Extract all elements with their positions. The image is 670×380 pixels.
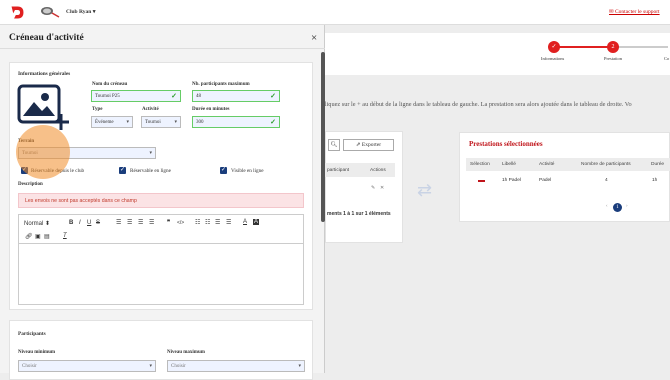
type-label: Type	[92, 107, 103, 112]
duration-input[interactable]: 300 ✓	[192, 116, 280, 128]
row-participants: 4	[605, 178, 608, 183]
top-bar: Club Ryan ▾ ✉ Contacter le support	[0, 0, 670, 25]
table-footer: ments 1 à 1 sur 1 éléments	[327, 211, 391, 217]
transfer-arrows-icon: ⇄	[417, 180, 433, 200]
scrollbar[interactable]	[321, 52, 325, 222]
max-participants-label: Nb. participants maximum	[192, 82, 250, 87]
activity-label: Activité	[142, 107, 159, 112]
outdent-icon[interactable]: ☰	[226, 219, 231, 226]
max-level-label: Niveau maximum	[167, 350, 205, 355]
row-duration: 1h	[652, 178, 658, 183]
ordered-list-icon[interactable]: ☷	[195, 219, 200, 226]
description-alert: Les envois ne sont pas acceptés dans ce …	[18, 193, 304, 208]
video-icon[interactable]: ▤	[44, 233, 50, 240]
min-level-select[interactable]: Choisir ▾	[18, 360, 156, 372]
modal-title: Créneau d'activité	[9, 33, 84, 43]
step-prestation-label: Prestation	[604, 56, 622, 61]
chevron-down-icon: ▾	[149, 151, 152, 156]
participants-section-title: Participants	[18, 331, 46, 337]
row-label: 1h Padel	[502, 178, 521, 183]
search-icon: 🔍︎	[330, 142, 338, 148]
clear-format-icon[interactable]: T	[63, 233, 67, 239]
name-label: Nom du créneau	[92, 82, 128, 87]
col-duree[interactable]: Durée	[651, 162, 664, 167]
row-activity: Padel	[539, 178, 552, 183]
unordered-list-icon[interactable]: ☷	[205, 219, 210, 226]
max-participants-input[interactable]: 48 ✓	[192, 90, 280, 102]
check-icon: ✓	[270, 92, 276, 100]
divider	[0, 48, 325, 49]
delete-icon[interactable]: ✕	[380, 186, 384, 191]
underline-icon[interactable]: U	[87, 220, 91, 226]
visible-online-label: Visible en ligne	[231, 168, 264, 174]
selected-title: Prestations sélectionnées	[469, 140, 543, 148]
selected-header	[466, 158, 670, 171]
chevron-down-icon: ▾	[126, 120, 129, 125]
click-highlight	[16, 125, 70, 179]
description-editor[interactable]	[18, 244, 304, 305]
chevron-down-icon: ▾	[298, 364, 301, 369]
remove-row-button[interactable]	[478, 180, 485, 182]
align-center-icon[interactable]: ☰	[127, 219, 132, 226]
type-select[interactable]: Événeme ▾	[91, 116, 133, 128]
col-selection[interactable]: Sélection	[470, 162, 490, 167]
max-level-select[interactable]: Choisir ▾	[167, 360, 305, 372]
stepper-line	[618, 46, 668, 48]
step-confirm-label: Co	[664, 56, 670, 61]
reserve-online-checkbox[interactable]: ✓	[119, 167, 126, 174]
italic-icon[interactable]: I	[79, 220, 81, 226]
col-libelle[interactable]: Libellé	[502, 162, 516, 167]
check-icon: ✓	[171, 92, 177, 100]
reserve-online-label: Réservable en ligne	[130, 168, 171, 174]
editor-toolbar: Normal ⬍ B I U S ☰ ☰ ☰ ☰ ❞ </> ☷ ☷ ☰ ☰ A…	[18, 214, 304, 244]
style-select[interactable]: Normal ⬍	[24, 220, 50, 227]
support-link[interactable]: ✉ Contacter le support	[609, 9, 660, 15]
stepper-card	[325, 33, 670, 75]
link-icon[interactable]: 🔗︎	[25, 233, 33, 240]
chevron-down-icon: ▾	[149, 364, 152, 369]
indent-icon[interactable]: ☰	[215, 219, 220, 226]
step-informations-label: Informations	[541, 56, 565, 61]
strikethrough-icon[interactable]: S	[96, 220, 100, 226]
next-page-icon[interactable]: ›	[626, 204, 628, 209]
highlight-icon[interactable]: A	[253, 219, 260, 225]
code-icon[interactable]: </>	[177, 220, 184, 226]
club-racket-icon	[41, 7, 60, 18]
close-icon[interactable]: ×	[311, 32, 317, 44]
text-color-icon[interactable]: A	[243, 219, 247, 225]
app-logo[interactable]	[9, 4, 26, 21]
club-selector[interactable]: Club Ryan ▾	[66, 9, 95, 15]
bold-icon[interactable]: B	[69, 220, 73, 226]
activity-select[interactable]: Tournoi ▾	[141, 116, 181, 128]
justify-icon[interactable]: ☰	[149, 219, 154, 226]
image-icon[interactable]: ▣	[35, 233, 41, 240]
search-button[interactable]: 🔍︎	[328, 139, 340, 151]
prev-page-icon[interactable]: ‹	[606, 204, 608, 209]
step-prestation[interactable]: 2	[607, 41, 619, 53]
chevron-down-icon: ▾	[174, 120, 177, 125]
page-1-button[interactable]: 1	[613, 203, 622, 212]
edit-icon[interactable]: ✎	[371, 186, 375, 191]
align-right-icon[interactable]: ☰	[138, 219, 143, 226]
col-activite[interactable]: Activité	[539, 162, 554, 167]
col-actions[interactable]: Actions	[370, 168, 386, 173]
duration-label: Durée en minutes	[192, 107, 230, 112]
instructions-text: cliquez sur le + au début de la ligne da…	[322, 101, 632, 108]
stepper-line	[554, 46, 610, 48]
step-informations[interactable]: ✓	[548, 41, 560, 53]
name-input[interactable]: Tournoi P25 ✓	[91, 90, 181, 102]
align-left-icon[interactable]: ☰	[116, 219, 121, 226]
quote-icon[interactable]: ❞	[167, 219, 170, 226]
col-participants[interactable]: Nombre de participants	[581, 162, 631, 167]
visible-online-checkbox[interactable]: ✓	[220, 167, 227, 174]
general-section-title: Informations générales	[18, 71, 71, 77]
min-level-label: Niveau minimum	[18, 350, 56, 355]
export-button[interactable]: ⇗ Exporter	[343, 139, 394, 151]
check-icon: ✓	[270, 118, 276, 126]
col-participant[interactable]: participant	[327, 168, 349, 173]
description-label: Description	[18, 182, 43, 187]
